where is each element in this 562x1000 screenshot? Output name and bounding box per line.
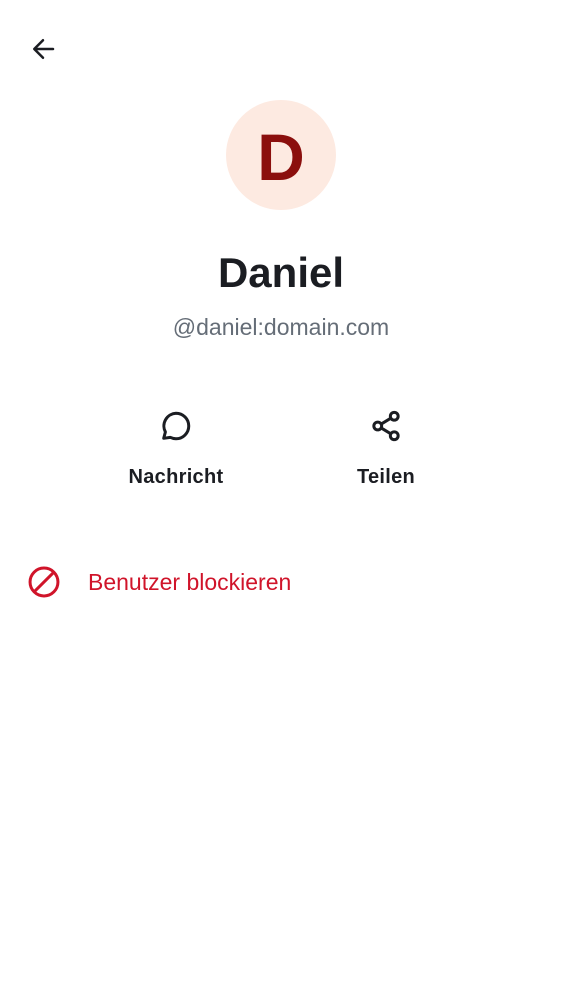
block-user-label: Benutzer blockieren xyxy=(88,569,292,595)
share-button[interactable]: Teilen xyxy=(306,400,466,500)
block-user-button[interactable]: Benutzer blockieren xyxy=(0,556,562,608)
avatar-initial: D xyxy=(257,120,305,194)
block-icon xyxy=(24,562,64,602)
user-id: @daniel:domain.com xyxy=(172,314,390,340)
chat-bubble-icon xyxy=(156,406,196,446)
share-icon xyxy=(366,406,406,446)
share-label: Teilen xyxy=(356,466,416,488)
message-button[interactable]: Nachricht xyxy=(96,400,256,500)
back-button[interactable] xyxy=(22,30,64,72)
message-label: Nachricht xyxy=(128,466,224,488)
avatar: D xyxy=(226,100,336,210)
display-name: Daniel xyxy=(217,249,345,296)
arrow-left-icon xyxy=(28,34,58,69)
